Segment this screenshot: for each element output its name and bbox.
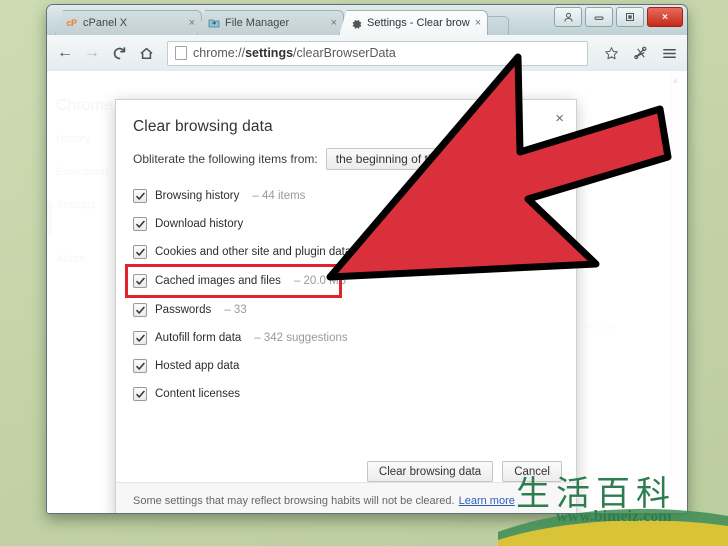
extension-icon[interactable] bbox=[630, 43, 650, 63]
tab-close-icon[interactable]: × bbox=[475, 17, 481, 29]
checkbox-checked-icon[interactable] bbox=[133, 217, 147, 231]
file-manager-favicon-icon bbox=[207, 17, 220, 30]
minimize-button[interactable] bbox=[585, 7, 613, 27]
bookmark-star-icon[interactable] bbox=[601, 43, 621, 63]
toolbar-right-actions bbox=[599, 43, 679, 63]
checkbox-row-browsing-history[interactable]: Browsing history – 44 items bbox=[133, 183, 562, 209]
tab-close-icon[interactable]: × bbox=[189, 17, 195, 29]
checkbox-row-content-licenses[interactable]: Content licenses bbox=[133, 381, 562, 407]
clear-browsing-data-dialog: Clear browsing data × Obliterate the fol… bbox=[115, 99, 577, 513]
cpanel-favicon-icon: cP bbox=[66, 18, 77, 28]
checkbox-label: Hosted app data bbox=[155, 360, 240, 372]
checkbox-row-hosted-app-data[interactable]: Hosted app data bbox=[133, 353, 562, 379]
checkbox-label: Cookies and other site and plugin data bbox=[155, 246, 352, 258]
dialog-close-icon[interactable]: × bbox=[555, 111, 564, 126]
page-content: Chrome History Extensions Settings About… bbox=[47, 71, 687, 513]
dialog-note-text: Some settings that may reflect browsing … bbox=[133, 495, 455, 507]
checkbox-label: Content licenses bbox=[155, 388, 241, 400]
checkbox-checked-icon[interactable] bbox=[133, 303, 147, 317]
forward-icon[interactable]: → bbox=[82, 43, 102, 63]
dialog-title: Clear browsing data bbox=[133, 118, 273, 135]
browser-toolbar: ← → chrome://settings/clearBrowserData bbox=[47, 35, 687, 72]
checkbox-checked-icon[interactable] bbox=[133, 274, 147, 288]
screenshot-root: cP cPanel X × File Manager × Settings - … bbox=[0, 0, 728, 546]
checkbox-meta: – 33 bbox=[224, 304, 247, 316]
checkbox-label: Download history bbox=[155, 218, 244, 230]
new-tab-button[interactable] bbox=[485, 16, 510, 35]
checkbox-row-cached-images-and-files[interactable]: Cached images and files – 20.0 MB bbox=[125, 264, 346, 298]
address-bar-url: chrome://settings/clearBrowserData bbox=[193, 46, 396, 60]
user-profile-button[interactable] bbox=[554, 7, 582, 27]
tab-strip: cP cPanel X × File Manager × Settings - … bbox=[55, 10, 510, 35]
tab-cpanel-x[interactable]: cP cPanel X × bbox=[55, 10, 202, 35]
checkbox-checked-icon[interactable] bbox=[133, 387, 147, 401]
window-controls: × bbox=[554, 7, 683, 27]
time-range-row: Obliterate the following items from: the… bbox=[133, 148, 562, 170]
checkbox-checked-icon[interactable] bbox=[133, 189, 147, 203]
checkbox-row-autofill-form-data[interactable]: Autofill form data – 342 suggestions bbox=[133, 325, 562, 351]
close-button[interactable]: × bbox=[647, 7, 683, 27]
reload-icon[interactable] bbox=[109, 43, 129, 63]
checkbox-label: Autofill form data bbox=[155, 332, 242, 344]
tab-close-icon[interactable]: × bbox=[331, 17, 337, 29]
window-titlebar: cP cPanel X × File Manager × Settings - … bbox=[47, 5, 687, 35]
tab-label: File Manager bbox=[225, 17, 290, 29]
checkbox-row-passwords[interactable]: Passwords – 33 bbox=[133, 297, 562, 323]
checkbox-label: Passwords bbox=[155, 304, 212, 316]
checkbox-checked-icon[interactable] bbox=[133, 331, 147, 345]
page-document-icon bbox=[175, 46, 187, 60]
checkbox-checked-icon[interactable] bbox=[133, 245, 147, 259]
browser-window: cP cPanel X × File Manager × Settings - … bbox=[46, 4, 688, 514]
maximize-button[interactable] bbox=[616, 7, 644, 27]
home-icon[interactable] bbox=[136, 43, 156, 63]
checkbox-checked-icon[interactable] bbox=[133, 359, 147, 373]
checkbox-row-cookies[interactable]: Cookies and other site and plugin data bbox=[133, 239, 562, 265]
address-bar[interactable]: chrome://settings/clearBrowserData bbox=[167, 40, 588, 66]
checkbox-label: Cached images and files bbox=[155, 275, 281, 287]
chrome-menu-icon[interactable] bbox=[659, 43, 679, 63]
checkbox-meta: – 44 items bbox=[252, 190, 306, 202]
obliterate-label: Obliterate the following items from: bbox=[133, 152, 318, 166]
tab-settings-clear-browsing-data[interactable]: Settings - Clear brow × bbox=[339, 10, 489, 35]
checkbox-meta: – 342 suggestions bbox=[254, 332, 348, 344]
checkbox-label: Browsing history bbox=[155, 190, 240, 202]
clear-browsing-data-button[interactable]: Clear browsing data bbox=[366, 461, 494, 482]
time-range-select[interactable]: the beginning of time bbox=[325, 148, 458, 170]
checkbox-row-download-history[interactable]: Download history bbox=[133, 211, 562, 237]
dialog-body: Obliterate the following items from: the… bbox=[125, 148, 562, 461]
tab-label: cPanel X bbox=[83, 17, 128, 29]
gear-icon bbox=[349, 17, 362, 30]
checkbox-meta: – 20.0 MB bbox=[293, 275, 347, 287]
watermark: 生活百科 www.bimeiz.com bbox=[498, 454, 728, 546]
tab-file-manager[interactable]: File Manager × bbox=[197, 10, 344, 35]
tab-label: Settings - Clear brow bbox=[367, 17, 470, 29]
back-icon[interactable]: ← bbox=[55, 43, 75, 63]
watermark-url: www.bimeiz.com bbox=[556, 508, 672, 525]
